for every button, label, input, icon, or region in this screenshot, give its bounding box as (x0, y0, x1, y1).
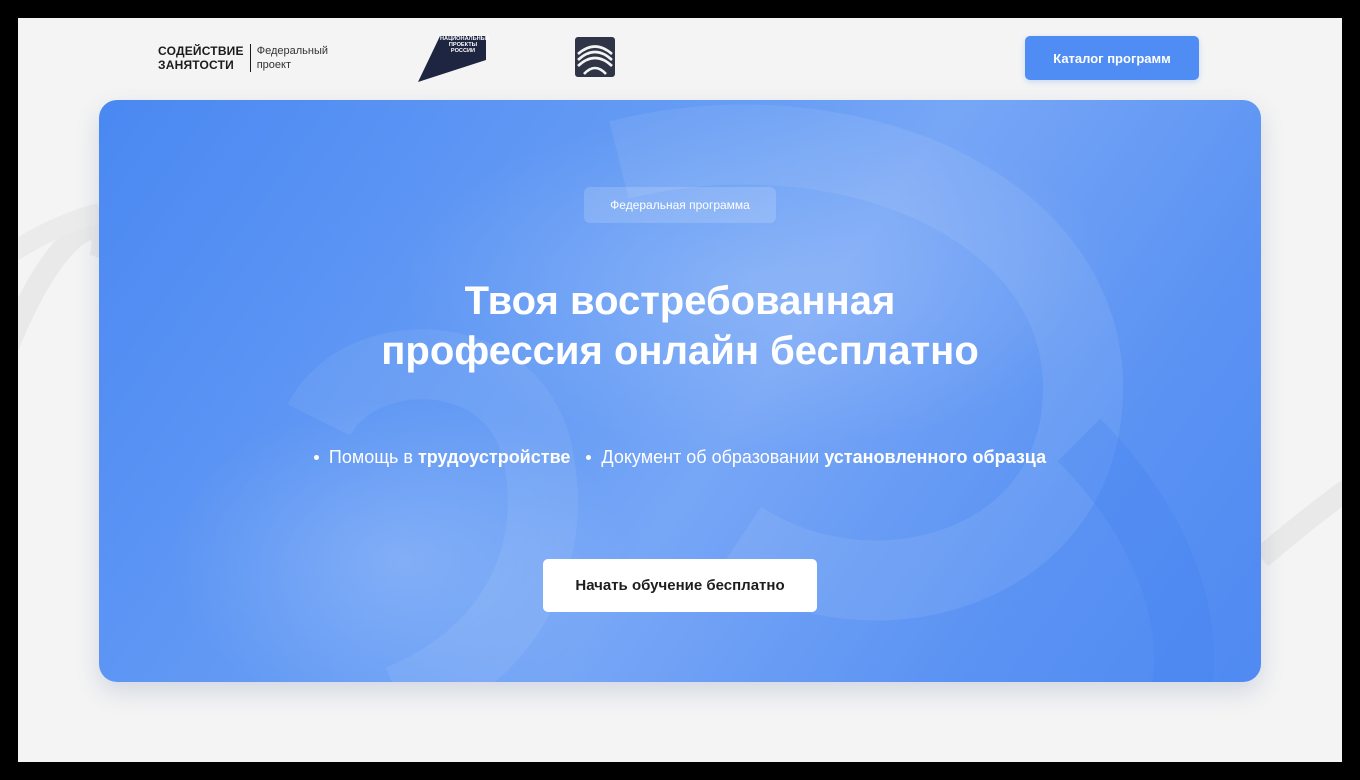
national-projects-text: НАЦИОНАЛЬНЫЕ ПРОЕКТЫ РОССИИ (440, 36, 490, 54)
szan-logo-title: СОДЕЙСТВИЕ ЗАНЯТОСТИ (158, 44, 251, 72)
start-learning-button[interactable]: Начать обучение бесплатно (543, 559, 817, 612)
benefit-item-employment: Помощь в трудоустройстве (313, 447, 571, 468)
szan-logo-subtitle: Федеральный проект (251, 44, 328, 72)
catalog-button[interactable]: Каталог программ (1025, 36, 1199, 80)
hero-title-line1: Твоя востребованная (464, 279, 896, 323)
szan-logo-line1: СОДЕЙСТВИЕ (158, 44, 244, 58)
benefit-item-diploma: Документ об образовании установленного о… (586, 447, 1046, 468)
benefit-text: Документ об образовании (601, 447, 820, 467)
national-projects-logo[interactable]: НАЦИОНАЛЬНЫЕ ПРОЕКТЫ РОССИИ (418, 36, 490, 82)
bullet-icon (313, 455, 319, 460)
benefit-highlight: установленного образца (824, 447, 1047, 467)
szan-logo[interactable]: СОДЕЙСТВИЕ ЗАНЯТОСТИ Федеральный проект (158, 44, 328, 72)
bullet-icon (586, 455, 592, 460)
np-line3: РОССИИ (450, 48, 476, 54)
szan-logo-line2: ЗАНЯТОСТИ (158, 58, 234, 72)
szan-logo-sub1: Федеральный (256, 45, 329, 57)
benefits-list: Помощь в трудоустройстве Документ об обр… (99, 447, 1261, 468)
benefit-highlight: трудоустройстве (417, 447, 571, 467)
program-badge: Федеральная программа (584, 187, 776, 223)
hero-title: Твоя востребованная профессия онлайн бес… (99, 276, 1261, 376)
benefit-text: Помощь в (328, 447, 413, 467)
emblem-icon[interactable] (574, 36, 616, 78)
page: СОДЕЙСТВИЕ ЗАНЯТОСТИ Федеральный проект … (18, 18, 1342, 762)
hero-title-line2: профессия онлайн бесплатно (381, 329, 979, 373)
szan-logo-sub2: проект (256, 59, 292, 71)
hero-banner: Федеральная программа Твоя востребованна… (99, 100, 1261, 682)
